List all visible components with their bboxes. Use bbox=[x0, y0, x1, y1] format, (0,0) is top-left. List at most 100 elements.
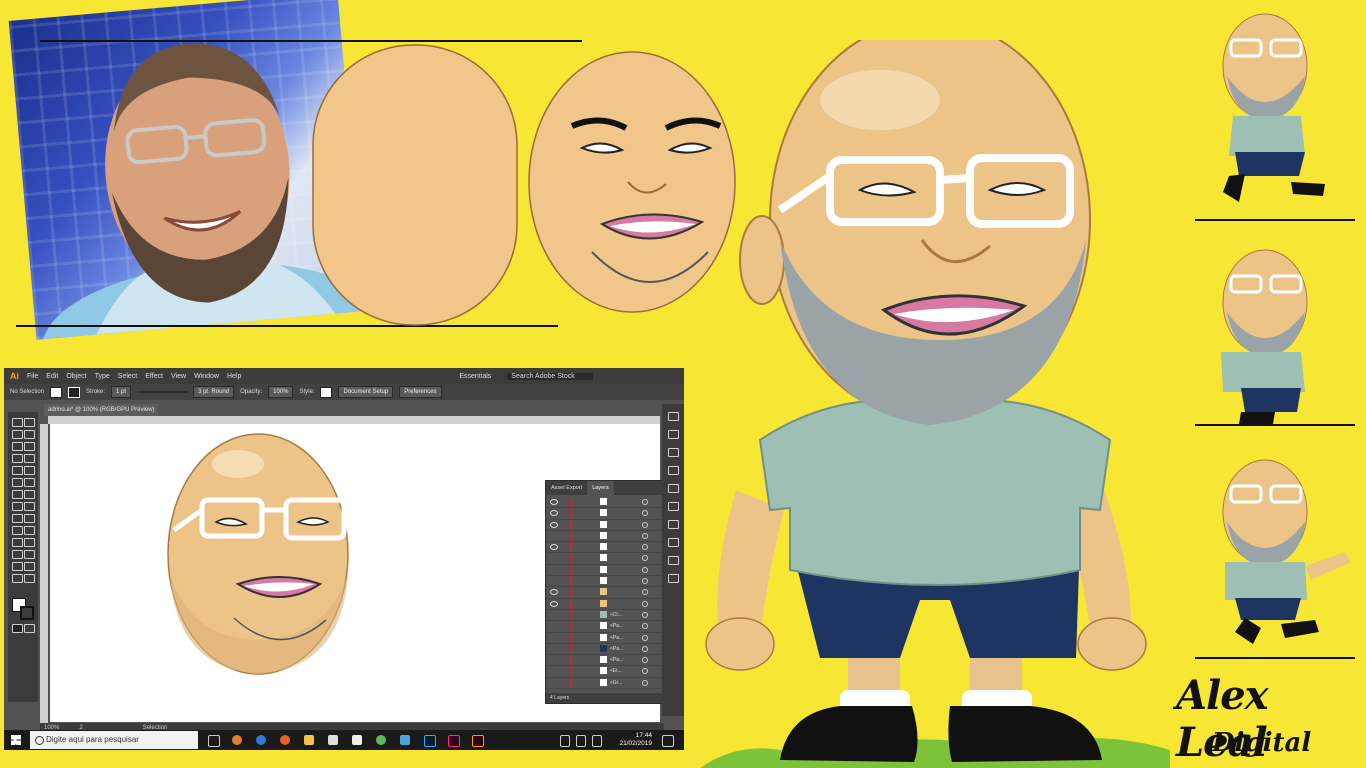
target-icon[interactable] bbox=[642, 623, 648, 630]
app-blue-icon[interactable] bbox=[400, 735, 410, 745]
visibility-eye-icon[interactable] bbox=[550, 510, 558, 517]
network-icon[interactable] bbox=[560, 735, 570, 747]
visibility-eye-icon[interactable] bbox=[550, 589, 558, 596]
fill-swatch[interactable] bbox=[50, 386, 63, 398]
stroke-color-icon[interactable] bbox=[20, 606, 34, 620]
preferences-button[interactable]: Preferences bbox=[399, 386, 442, 398]
shaper-tool-icon[interactable] bbox=[12, 478, 23, 487]
shape-builder-tool-icon[interactable] bbox=[12, 514, 23, 523]
stroke-panel-icon[interactable] bbox=[668, 484, 679, 493]
target-icon[interactable] bbox=[642, 566, 648, 573]
eyedropper-tool-icon[interactable] bbox=[12, 538, 23, 547]
line-tool-icon[interactable] bbox=[24, 454, 35, 463]
target-icon[interactable] bbox=[642, 532, 648, 539]
type-tool-icon[interactable] bbox=[12, 454, 23, 463]
color-panel-icon[interactable] bbox=[668, 412, 679, 421]
stroke-weight-field[interactable]: 1 pt bbox=[111, 386, 132, 398]
graphic-styles-panel-icon[interactable] bbox=[668, 556, 679, 565]
menu-type[interactable]: Type bbox=[95, 373, 110, 380]
blend-tool-icon[interactable] bbox=[24, 538, 35, 547]
layer-row[interactable]: <Pa... bbox=[546, 621, 664, 633]
store-icon[interactable] bbox=[328, 735, 338, 745]
curvature-tool-icon[interactable] bbox=[24, 442, 35, 451]
document-setup-button[interactable]: Document Setup bbox=[338, 386, 394, 398]
mail-icon[interactable] bbox=[352, 735, 362, 745]
variable-width-profile[interactable] bbox=[137, 391, 188, 393]
system-clock[interactable]: 17:44 21/02/2019 bbox=[619, 732, 652, 748]
target-icon[interactable] bbox=[642, 521, 648, 528]
menu-view[interactable]: View bbox=[171, 373, 186, 380]
appearance-panel-icon[interactable] bbox=[668, 538, 679, 547]
perspective-grid-tool-icon[interactable] bbox=[24, 514, 35, 523]
target-icon[interactable] bbox=[642, 544, 648, 551]
eraser-tool-icon[interactable] bbox=[24, 478, 35, 487]
layer-row[interactable] bbox=[546, 530, 664, 543]
menu-window[interactable]: Window bbox=[194, 373, 219, 380]
illustrator-taskbar-icon[interactable] bbox=[472, 735, 484, 747]
style-swatch[interactable] bbox=[320, 386, 333, 398]
indesign-icon[interactable] bbox=[448, 735, 460, 747]
tab-asset-export[interactable]: Asset Export bbox=[546, 481, 587, 495]
gradient-tool-icon[interactable] bbox=[24, 526, 35, 535]
hand-tool-icon[interactable] bbox=[12, 574, 23, 583]
layer-row[interactable]: <Pa... bbox=[546, 632, 664, 644]
firefox-icon[interactable] bbox=[280, 735, 290, 745]
layer-row[interactable] bbox=[546, 587, 664, 599]
swatches-panel-icon[interactable] bbox=[668, 430, 679, 439]
gradient-panel-icon[interactable] bbox=[668, 502, 679, 511]
target-icon[interactable] bbox=[642, 578, 648, 585]
width-tool-icon[interactable] bbox=[12, 502, 23, 511]
target-icon[interactable] bbox=[642, 668, 648, 675]
target-icon[interactable] bbox=[642, 600, 648, 607]
workspace-switcher[interactable]: Essentials bbox=[459, 373, 491, 380]
direct-selection-tool-icon[interactable] bbox=[24, 418, 35, 427]
taskbar-search-input[interactable]: Digite aqui para pesquisar bbox=[30, 731, 198, 749]
layer-row[interactable] bbox=[546, 564, 664, 577]
brushes-panel-icon[interactable] bbox=[668, 448, 679, 457]
target-icon[interactable] bbox=[642, 589, 648, 596]
target-icon[interactable] bbox=[642, 634, 648, 641]
menu-file[interactable]: File bbox=[27, 373, 38, 380]
layer-row[interactable] bbox=[546, 542, 664, 554]
layer-row[interactable] bbox=[546, 508, 664, 520]
free-transform-tool-icon[interactable] bbox=[24, 502, 35, 511]
notifications-icon[interactable] bbox=[662, 735, 674, 747]
artboard-tool-icon[interactable] bbox=[12, 562, 23, 571]
lasso-tool-icon[interactable] bbox=[24, 430, 35, 439]
layer-row[interactable]: <Pa... bbox=[546, 655, 664, 667]
symbol-sprayer-tool-icon[interactable] bbox=[12, 550, 23, 559]
layer-row[interactable]: <Pa... bbox=[546, 643, 664, 656]
menu-help[interactable]: Help bbox=[227, 373, 241, 380]
color-mode-icon[interactable] bbox=[12, 624, 23, 633]
stock-search-input[interactable]: Search Adobe Stock bbox=[507, 372, 593, 380]
layer-row[interactable] bbox=[546, 576, 664, 588]
layer-row[interactable] bbox=[546, 553, 664, 565]
layers-panel-icon[interactable] bbox=[668, 574, 679, 583]
visibility-eye-icon[interactable] bbox=[550, 499, 558, 505]
target-icon[interactable] bbox=[642, 611, 648, 618]
menu-effect[interactable]: Effect bbox=[145, 373, 163, 380]
slice-tool-icon[interactable] bbox=[24, 562, 35, 571]
transparency-panel-icon[interactable] bbox=[668, 520, 679, 529]
layer-row[interactable]: <El... bbox=[546, 666, 664, 678]
target-icon[interactable] bbox=[642, 499, 648, 505]
task-view-icon[interactable] bbox=[208, 735, 220, 747]
chrome-icon[interactable] bbox=[232, 735, 242, 745]
file-explorer-icon[interactable] bbox=[304, 735, 314, 745]
tab-layers[interactable]: Layers bbox=[587, 481, 614, 495]
magic-wand-tool-icon[interactable] bbox=[12, 430, 23, 439]
target-icon[interactable] bbox=[642, 679, 648, 686]
pen-tool-icon[interactable] bbox=[12, 442, 23, 451]
paintbrush-tool-icon[interactable] bbox=[24, 466, 35, 475]
layer-row[interactable]: <Gr... bbox=[546, 677, 664, 690]
layer-row[interactable]: <Cl... bbox=[546, 609, 664, 622]
visibility-eye-icon[interactable] bbox=[550, 544, 558, 551]
app-green-icon[interactable] bbox=[376, 735, 386, 745]
mesh-tool-icon[interactable] bbox=[12, 526, 23, 535]
windows-start-icon[interactable] bbox=[11, 735, 21, 745]
layer-row[interactable] bbox=[546, 598, 664, 610]
photoshop-icon[interactable] bbox=[424, 735, 436, 747]
document-tab[interactable]: adrino.ai* @ 100% (RGB/GPU Preview) bbox=[44, 404, 158, 416]
layer-row[interactable] bbox=[546, 519, 664, 531]
rectangle-tool-icon[interactable] bbox=[12, 466, 23, 475]
